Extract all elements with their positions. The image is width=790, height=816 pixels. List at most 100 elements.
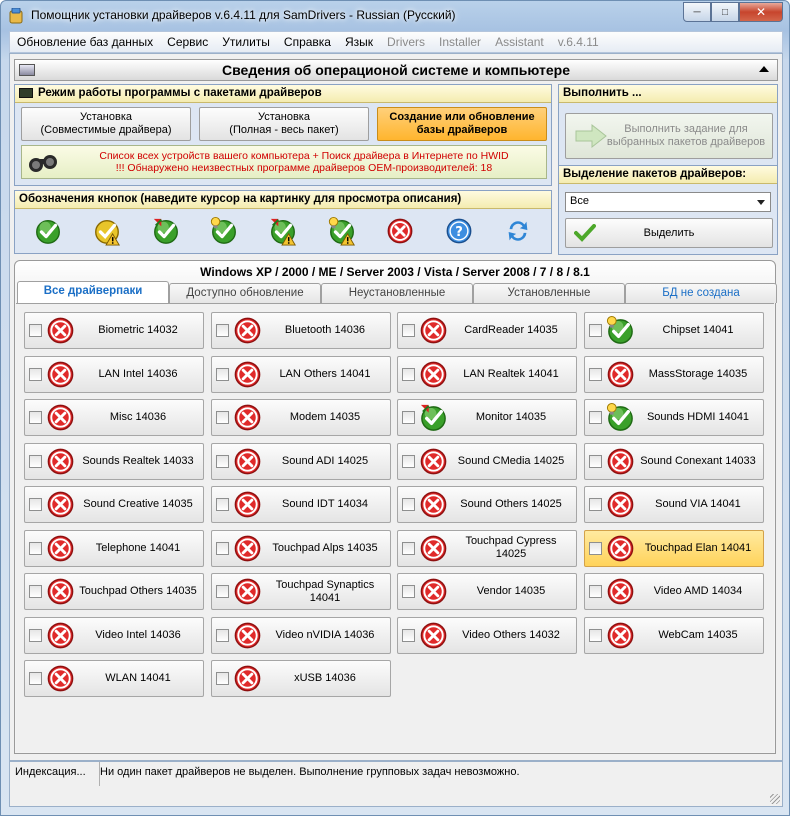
- driverpack-checkbox[interactable]: [216, 672, 229, 685]
- system-info-header[interactable]: Сведения об операционой системе и компью…: [14, 59, 778, 81]
- driverpack-checkbox[interactable]: [29, 541, 42, 555]
- menu-item[interactable]: Справка: [277, 35, 338, 49]
- driverpack-checkbox[interactable]: [216, 498, 229, 511]
- driverpack-checkbox[interactable]: [589, 411, 602, 424]
- driverpack-checkbox[interactable]: [589, 498, 602, 511]
- driverpack-checkbox[interactable]: [589, 628, 602, 642]
- error-icon[interactable]: [605, 489, 636, 520]
- driverpack-checkbox[interactable]: [29, 367, 42, 381]
- install-compatible-button[interactable]: Установка (Совместимые драйвера): [21, 107, 191, 141]
- driverpack-checkbox[interactable]: [29, 628, 42, 642]
- select-button[interactable]: Выделить: [565, 218, 773, 248]
- error-icon[interactable]: [232, 446, 263, 477]
- error-icon[interactable]: [232, 620, 263, 651]
- driverpack-item[interactable]: Sounds Realtek 14033: [24, 442, 204, 480]
- error-icon[interactable]: [45, 315, 76, 346]
- tab-0[interactable]: Все драйверпаки: [17, 281, 169, 304]
- driverpack-checkbox[interactable]: [29, 672, 42, 685]
- tab-1[interactable]: Доступно обновление: [169, 283, 321, 303]
- driverpack-checkbox[interactable]: [402, 628, 415, 642]
- minimize-button[interactable]: ─: [683, 2, 711, 22]
- error-icon[interactable]: [605, 359, 636, 390]
- driverpack-item[interactable]: LAN Realtek 14041: [397, 355, 577, 393]
- error-icon[interactable]: [418, 359, 449, 390]
- driverpack-checkbox[interactable]: [402, 541, 415, 555]
- maximize-button[interactable]: □: [711, 2, 739, 22]
- error-icon[interactable]: [45, 620, 76, 651]
- error-icon[interactable]: [45, 359, 76, 390]
- driverpack-item[interactable]: Sound IDT 14034: [211, 486, 391, 523]
- ok-update-icon[interactable]: [418, 402, 449, 433]
- error-icon[interactable]: [45, 489, 76, 520]
- ok-icon[interactable]: [19, 213, 78, 249]
- driverpack-item[interactable]: Sound Conexant 14033: [584, 442, 764, 480]
- driverpack-checkbox[interactable]: [29, 498, 42, 511]
- driverpack-item[interactable]: Bluetooth 14036: [211, 312, 391, 349]
- menu-item[interactable]: Язык: [338, 35, 380, 49]
- driverpack-checkbox[interactable]: [402, 498, 415, 511]
- execute-task-button[interactable]: Выполнить задание для выбранных пакетов …: [565, 113, 773, 159]
- driverpack-checkbox[interactable]: [216, 324, 229, 337]
- driverpack-checkbox[interactable]: [402, 454, 415, 468]
- driverpack-item[interactable]: Touchpad Alps 14035: [211, 529, 391, 567]
- tab-3[interactable]: Установленные: [473, 283, 625, 303]
- driverpack-item[interactable]: Sound VIA 14041: [584, 486, 764, 523]
- driverpack-checkbox[interactable]: [29, 411, 42, 424]
- driverpack-checkbox[interactable]: [216, 585, 229, 598]
- driverpack-item[interactable]: Biometric 14032: [24, 312, 204, 349]
- close-button[interactable]: ✕: [739, 2, 783, 22]
- error-icon[interactable]: [45, 663, 76, 694]
- driverpack-item[interactable]: Telephone 14041: [24, 529, 204, 567]
- driverpack-item[interactable]: Modem 14035: [211, 399, 391, 436]
- error-icon[interactable]: [418, 446, 449, 477]
- error-icon[interactable]: [371, 213, 430, 249]
- tab-4[interactable]: БД не создана: [625, 283, 777, 303]
- device-list-link[interactable]: Список всех устройств вашего компьютера …: [66, 150, 542, 162]
- ok-bulb-icon[interactable]: [195, 213, 254, 249]
- error-icon[interactable]: [232, 533, 263, 564]
- driverpack-item[interactable]: MassStorage 14035: [584, 355, 764, 393]
- ok-update-icon[interactable]: [136, 213, 195, 249]
- driverpack-item[interactable]: LAN Intel 14036: [24, 355, 204, 393]
- error-icon[interactable]: [605, 533, 636, 564]
- menu-item[interactable]: Сервис: [160, 35, 215, 49]
- driverpack-item[interactable]: Video Intel 14036: [24, 616, 204, 654]
- selection-dropdown[interactable]: Все: [565, 192, 771, 212]
- error-icon[interactable]: [232, 359, 263, 390]
- driverpack-item[interactable]: Touchpad Others 14035: [24, 573, 204, 610]
- driverpack-item[interactable]: CardReader 14035: [397, 312, 577, 349]
- driverpack-item[interactable]: Sounds HDMI 14041: [584, 399, 764, 436]
- create-update-db-button[interactable]: Создание или обновление базы драйверов: [377, 107, 547, 141]
- driverpack-checkbox[interactable]: [402, 324, 415, 337]
- error-icon[interactable]: [45, 446, 76, 477]
- driverpack-item[interactable]: Touchpad Synaptics 14041: [211, 573, 391, 610]
- error-icon[interactable]: [418, 533, 449, 564]
- driverpack-checkbox[interactable]: [29, 324, 42, 337]
- driverpack-item[interactable]: Sound CMedia 14025: [397, 442, 577, 480]
- driverpack-checkbox[interactable]: [216, 367, 229, 381]
- error-icon[interactable]: [232, 402, 263, 433]
- error-icon[interactable]: [418, 576, 449, 607]
- ok-bulb-warning-icon[interactable]: [312, 213, 371, 249]
- driverpack-checkbox[interactable]: [589, 324, 602, 337]
- driverpack-item[interactable]: Sound ADI 14025: [211, 442, 391, 480]
- ok-warning-icon[interactable]: [78, 213, 137, 249]
- error-icon[interactable]: [45, 402, 76, 433]
- driverpack-item[interactable]: xUSB 14036: [211, 660, 391, 697]
- driverpack-checkbox[interactable]: [589, 454, 602, 468]
- driverpack-item[interactable]: Sound Others 14025: [397, 486, 577, 523]
- error-icon[interactable]: [418, 620, 449, 651]
- driverpack-item[interactable]: WebCam 14035: [584, 616, 764, 654]
- error-icon[interactable]: [45, 533, 76, 564]
- driverpack-checkbox[interactable]: [402, 367, 415, 381]
- menu-item[interactable]: Утилиты: [215, 35, 277, 49]
- driverpack-item[interactable]: Video nVIDIA 14036: [211, 616, 391, 654]
- driverpack-checkbox[interactable]: [216, 411, 229, 424]
- driverpack-item[interactable]: LAN Others 14041: [211, 355, 391, 393]
- error-icon[interactable]: [605, 576, 636, 607]
- menu-item[interactable]: Обновление баз данных: [10, 35, 160, 49]
- error-icon[interactable]: [605, 446, 636, 477]
- refresh-icon[interactable]: [488, 213, 547, 249]
- error-icon[interactable]: [45, 576, 76, 607]
- driverpack-checkbox[interactable]: [589, 585, 602, 598]
